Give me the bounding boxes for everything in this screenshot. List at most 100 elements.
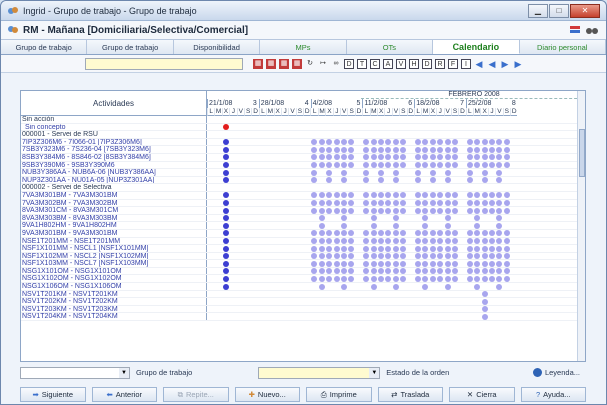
schedule-dot[interactable] [222, 200, 229, 207]
schedule-dot[interactable] [222, 124, 229, 131]
schedule-dot[interactable] [444, 192, 451, 199]
schedule-dot[interactable] [451, 253, 458, 260]
schedule-dot[interactable] [363, 146, 370, 153]
schedule-dot[interactable] [414, 192, 421, 199]
schedule-dot[interactable] [326, 275, 333, 282]
schedule-dot[interactable] [422, 253, 429, 260]
schedule-dot[interactable] [429, 177, 436, 184]
schedule-dot[interactable] [414, 200, 421, 207]
schedule-dot[interactable] [400, 192, 407, 199]
schedule-dot[interactable] [400, 245, 407, 252]
schedule-dot[interactable] [392, 260, 399, 267]
schedule-dot[interactable] [496, 268, 503, 275]
schedule-dot[interactable] [318, 162, 325, 169]
schedule-dot[interactable] [377, 192, 384, 199]
schedule-dot[interactable] [318, 260, 325, 267]
schedule-dot[interactable] [363, 253, 370, 260]
schedule-dot[interactable] [340, 253, 347, 260]
schedule-dot[interactable] [340, 283, 347, 290]
schedule-dot[interactable] [422, 283, 429, 290]
schedule-dot[interactable] [348, 230, 355, 237]
schedule-dot[interactable] [414, 245, 421, 252]
schedule-dot[interactable] [377, 245, 384, 252]
schedule-dot[interactable] [348, 253, 355, 260]
scroll-thumb[interactable] [579, 129, 585, 177]
schedule-dot[interactable] [377, 275, 384, 282]
schedule-dot[interactable] [377, 238, 384, 244]
schedule-dot[interactable] [400, 207, 407, 214]
schedule-dot[interactable] [222, 177, 229, 184]
schedule-dot[interactable] [451, 230, 458, 237]
schedule-dot[interactable] [444, 146, 451, 153]
schedule-dot[interactable] [385, 238, 392, 244]
schedule-dot[interactable] [340, 275, 347, 282]
schedule-dot[interactable] [333, 268, 340, 275]
schedule-dot[interactable] [503, 238, 510, 244]
schedule-dot[interactable] [377, 207, 384, 214]
schedule-dot[interactable] [496, 162, 503, 169]
schedule-dot[interactable] [311, 169, 318, 176]
table-row[interactable]: NSV1T201KM - NSV1T201KM [21, 290, 585, 299]
schedule-dot[interactable] [437, 146, 444, 153]
schedule-dot[interactable] [496, 207, 503, 214]
schedule-dot[interactable] [222, 169, 229, 176]
schedule-dot[interactable] [318, 192, 325, 199]
schedule-dot[interactable] [474, 207, 481, 214]
schedule-dot[interactable] [488, 275, 495, 282]
table-row[interactable]: 8VA3M301CM - 8VA3M301CM [21, 207, 585, 215]
tab-calendario[interactable]: Calendario [433, 40, 520, 54]
schedule-dot[interactable] [451, 200, 458, 207]
calendar-day-icon[interactable]: ▦ [253, 58, 263, 69]
schedule-dot[interactable] [466, 207, 473, 214]
schedule-dot[interactable] [311, 275, 318, 282]
prev-button[interactable]: ⬅ Anterior [91, 387, 157, 402]
schedule-dot[interactable] [348, 139, 355, 146]
schedule-dot[interactable] [377, 162, 384, 169]
tab-diario-personal[interactable]: Diario personal [519, 40, 606, 54]
title-bar[interactable]: Ingrid - Grupo de trabajo - Grupo de tra… [1, 1, 606, 21]
schedule-dot[interactable] [370, 245, 377, 252]
schedule-dot[interactable] [348, 200, 355, 207]
search-input[interactable] [85, 57, 243, 70]
maximize-button[interactable]: □ [549, 3, 569, 18]
table-row[interactable]: Sin concepto [21, 123, 585, 132]
schedule-dot[interactable] [370, 275, 377, 282]
table-row[interactable]: NSG1X101OM - NSG1X101OM [21, 267, 585, 276]
schedule-dot[interactable] [370, 215, 377, 222]
schedule-dot[interactable] [496, 154, 503, 161]
schedule-dot[interactable] [429, 162, 436, 169]
schedule-dot[interactable] [318, 283, 325, 290]
schedule-dot[interactable] [392, 139, 399, 146]
table-row[interactable]: 9SB3Y390M6 - 9SB3Y390M6 [21, 161, 585, 170]
schedule-dot[interactable] [451, 207, 458, 214]
schedule-dot[interactable] [503, 245, 510, 252]
repeat-button[interactable]: ⧉ Repite... [163, 387, 229, 402]
schedule-dot[interactable] [400, 139, 407, 146]
schedule-dot[interactable] [392, 283, 399, 290]
schedule-dot[interactable] [414, 146, 421, 153]
schedule-dot[interactable] [363, 177, 370, 184]
schedule-dot[interactable] [400, 230, 407, 237]
schedule-dot[interactable] [311, 230, 318, 237]
r-icon[interactable]: R [435, 58, 445, 69]
table-row[interactable]: 8VA3M303BM - 8VA3M303BM [21, 214, 585, 223]
t-icon[interactable]: T [357, 58, 367, 69]
schedule-dot[interactable] [437, 268, 444, 275]
schedule-dot[interactable] [444, 139, 451, 146]
schedule-dot[interactable] [333, 146, 340, 153]
schedule-dot[interactable] [340, 260, 347, 267]
print-button[interactable]: ⎙ Imprime [306, 387, 372, 402]
schedule-dot[interactable] [392, 154, 399, 161]
schedule-dot[interactable] [311, 238, 318, 244]
schedule-dot[interactable] [363, 245, 370, 252]
schedule-dot[interactable] [222, 207, 229, 214]
schedule-dot[interactable] [318, 200, 325, 207]
schedule-dot[interactable] [496, 260, 503, 267]
schedule-dot[interactable] [481, 177, 488, 184]
schedule-dot[interactable] [481, 192, 488, 199]
schedule-dot[interactable] [400, 154, 407, 161]
schedule-dot[interactable] [363, 192, 370, 199]
schedule-dot[interactable] [400, 260, 407, 267]
schedule-dot[interactable] [333, 260, 340, 267]
schedule-dot[interactable] [444, 253, 451, 260]
